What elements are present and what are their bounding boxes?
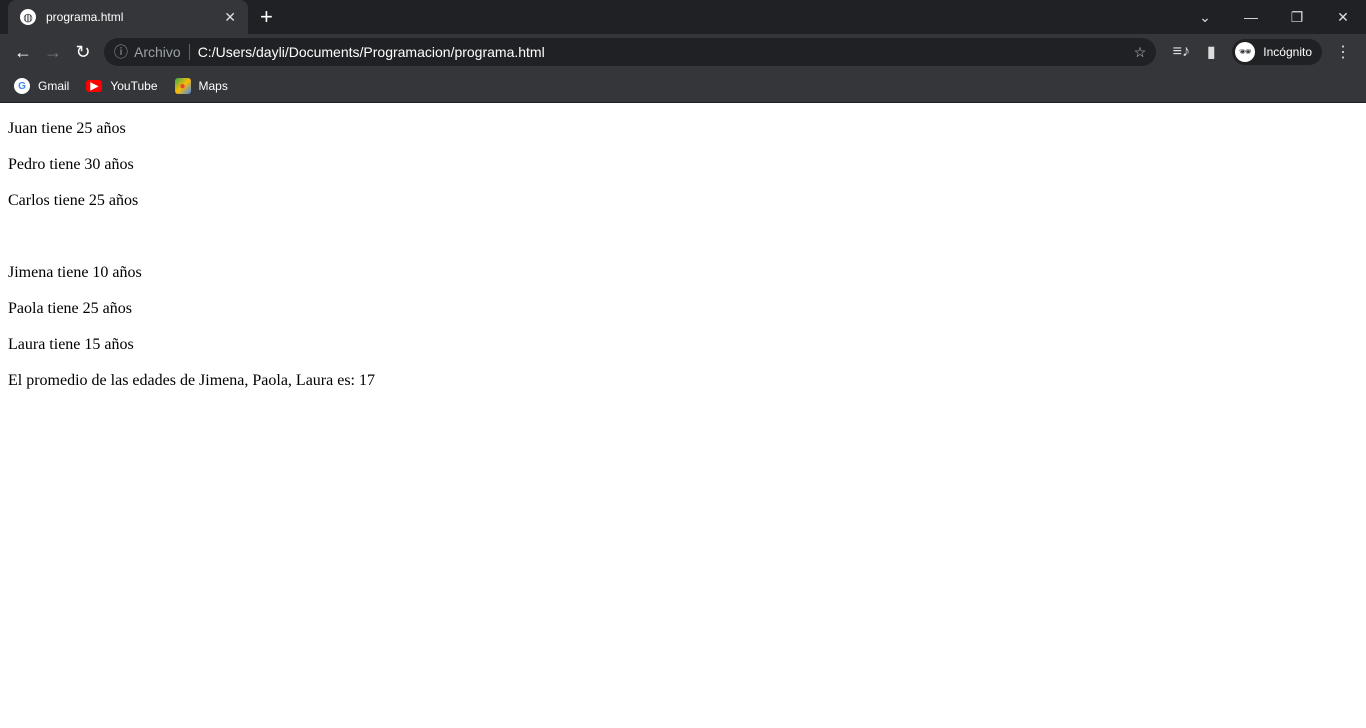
tab-title: programa.html (46, 10, 124, 24)
address-bar[interactable]: ⓘ Archivo C:/Users/dayli/Documents/Progr… (104, 38, 1157, 66)
bookmark-label: YouTube (110, 79, 158, 93)
reload-button[interactable]: ↻ (68, 42, 98, 63)
bookmark-star-icon[interactable]: ☆ (1134, 44, 1147, 61)
empty-line (8, 227, 1358, 247)
menu-kebab-icon[interactable]: ⋮ (1328, 42, 1358, 62)
maps-icon: ● (174, 78, 191, 94)
info-icon[interactable]: ⓘ (114, 42, 128, 62)
close-tab-icon[interactable]: ✕ (224, 9, 236, 26)
tab-search-icon[interactable]: ⌄ (1182, 0, 1228, 34)
toolbar: ← → ↻ ⓘ Archivo C:/Users/dayli/Documents… (0, 34, 1366, 70)
globe-icon: ◍ (20, 9, 36, 25)
output-line: Juan tiene 25 años (8, 120, 126, 137)
address-scheme: Archivo (134, 44, 190, 60)
minimize-button[interactable]: — (1228, 0, 1274, 34)
average-line: El promedio de las edades de Jimena, Pao… (8, 372, 375, 389)
window-close-button[interactable]: ✕ (1320, 0, 1366, 34)
back-button[interactable]: ← (8, 42, 38, 63)
bookmark-maps[interactable]: ● Maps (174, 78, 228, 94)
page-content: Juan tiene 25 años Pedro tiene 30 años C… (0, 119, 1366, 391)
google-icon: G (14, 78, 30, 94)
media-control-icon[interactable]: ≡♪ (1166, 43, 1196, 61)
url-text[interactable]: C:/Users/dayli/Documents/Programacion/pr… (198, 44, 1134, 60)
bookmark-label: Gmail (38, 79, 70, 93)
tab-strip: ◍ programa.html ✕ + ⌄ — ❐ ✕ (0, 0, 1366, 34)
new-tab-button[interactable]: + (260, 4, 273, 30)
bookmark-gmail[interactable]: G Gmail (14, 78, 69, 94)
profile-label: Incógnito (1263, 45, 1312, 59)
incognito-profile-button[interactable]: 🕶 Incógnito (1232, 39, 1322, 65)
output-line: Laura tiene 15 años (8, 336, 134, 353)
bookmark-youtube[interactable]: ▶ YouTube (86, 79, 158, 93)
side-panel-icon[interactable]: ▮ (1196, 42, 1226, 62)
output-line: Pedro tiene 30 años (8, 156, 134, 173)
tab-active[interactable]: ◍ programa.html ✕ (8, 0, 248, 34)
output-line: Carlos tiene 25 años (8, 192, 139, 209)
restore-button[interactable]: ❐ (1274, 0, 1320, 34)
bookmarks-bar: G Gmail ▶ YouTube ● Maps (0, 70, 1366, 103)
incognito-icon: 🕶 (1235, 42, 1256, 62)
output-line: Paola tiene 25 años (8, 300, 132, 317)
forward-button[interactable]: → (38, 42, 68, 63)
output-line: Jimena tiene 10 años (8, 264, 142, 281)
bookmark-label: Maps (198, 79, 228, 93)
youtube-icon: ▶ (86, 80, 103, 92)
